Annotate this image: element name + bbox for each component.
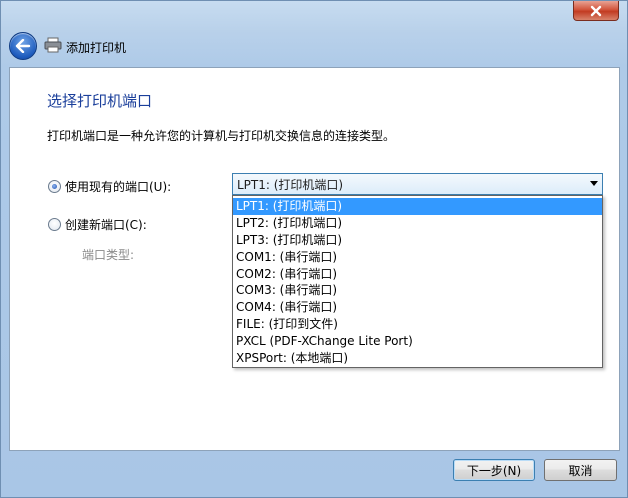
close-icon bbox=[590, 5, 602, 16]
use-existing-port-radio[interactable] bbox=[48, 180, 61, 193]
use-existing-port-option[interactable]: 使用现有的端口(U): bbox=[48, 178, 171, 195]
cancel-button[interactable]: 取消 bbox=[544, 459, 617, 481]
close-button[interactable] bbox=[573, 1, 619, 21]
add-printer-window: 添加打印机 选择打印机端口 打印机端口是一种允许您的计算机与打印机交换信息的连接… bbox=[0, 0, 628, 498]
use-existing-port-label: 使用现有的端口(U): bbox=[65, 180, 172, 194]
dropdown-item-lpt1[interactable]: LPT1: (打印机端口) bbox=[233, 198, 602, 215]
dropdown-item-com1[interactable]: COM1: (串行端口) bbox=[233, 249, 602, 266]
dropdown-item-xpsport[interactable]: XPSPort: (本地端口) bbox=[233, 350, 602, 367]
create-new-port-label: 创建新端口(C): bbox=[65, 218, 147, 232]
port-combobox[interactable]: LPT1: (打印机端口) bbox=[232, 173, 603, 195]
back-button[interactable] bbox=[9, 32, 37, 60]
create-new-port-radio[interactable] bbox=[48, 218, 61, 231]
dropdown-item-lpt3[interactable]: LPT3: (打印机端口) bbox=[233, 232, 602, 249]
window-title: 添加打印机 bbox=[66, 41, 127, 55]
port-combobox-value: LPT1: (打印机端口) bbox=[237, 177, 344, 192]
next-button[interactable]: 下一步(N) bbox=[453, 459, 535, 481]
dropdown-item-com4[interactable]: COM4: (串行端口) bbox=[233, 299, 602, 316]
port-dropdown-list: LPT1: (打印机端口) LPT2: (打印机端口) LPT3: (打印机端口… bbox=[232, 195, 603, 368]
dropdown-item-file[interactable]: FILE: (打印到文件) bbox=[233, 316, 602, 333]
port-type-label: 端口类型: bbox=[82, 248, 135, 262]
printer-icon bbox=[44, 37, 62, 53]
page-heading: 选择打印机端口 bbox=[47, 92, 153, 110]
chevron-down-icon bbox=[590, 181, 598, 186]
page-description: 打印机端口是一种允许您的计算机与打印机交换信息的连接类型。 bbox=[47, 129, 396, 143]
dropdown-item-lpt2[interactable]: LPT2: (打印机端口) bbox=[233, 215, 602, 232]
wizard-content: 选择打印机端口 打印机端口是一种允许您的计算机与打印机交换信息的连接类型。 使用… bbox=[9, 67, 620, 451]
back-arrow-icon bbox=[15, 39, 31, 53]
dropdown-item-com2[interactable]: COM2: (串行端口) bbox=[233, 266, 602, 283]
dropdown-item-pxcl[interactable]: PXCL (PDF-XChange Lite Port) bbox=[233, 333, 602, 350]
dropdown-item-com3[interactable]: COM3: (串行端口) bbox=[233, 282, 602, 299]
create-new-port-option[interactable]: 创建新端口(C): bbox=[48, 216, 147, 233]
